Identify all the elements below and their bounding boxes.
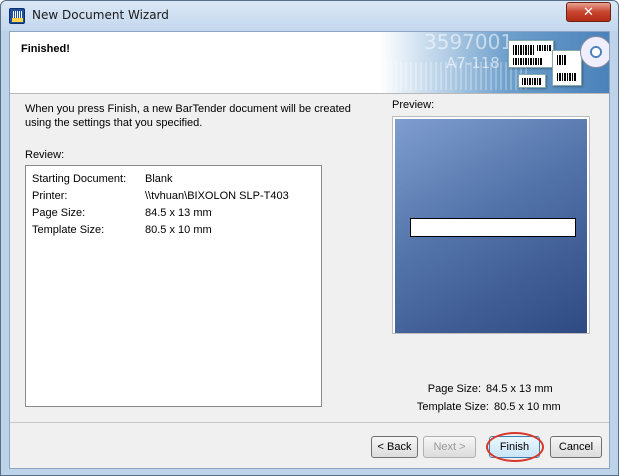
review-key: Starting Document:: [32, 173, 127, 185]
review-row-template-size: Template Size: 80.5 x 10 mm: [32, 222, 315, 239]
review-value: 84.5 x 13 mm: [145, 207, 212, 219]
review-row-page-size: Page Size: 84.5 x 13 mm: [32, 205, 315, 222]
small-label-icon: [518, 74, 546, 88]
bartender-app-icon: [9, 8, 25, 24]
review-row-starting-document: Starting Document: Blank: [32, 171, 315, 188]
cancel-button[interactable]: Cancel: [550, 436, 602, 458]
review-value: Blank: [145, 173, 173, 185]
review-key: Template Size:: [32, 224, 105, 236]
wizard-header: Finished! 3597001 A7-118: [10, 32, 609, 94]
preview-page-size-value: 84.5 x 13 mm: [486, 383, 553, 395]
review-label: Review:: [25, 149, 65, 161]
preview-page-size-label: Page Size:: [427, 383, 481, 395]
banner-number-2: A7-118: [446, 54, 500, 72]
label-card-icon: [508, 40, 554, 68]
wizard-client-area: Finished! 3597001 A7-118 When you press …: [9, 31, 610, 469]
finish-highlight-circle: [486, 432, 544, 462]
back-button[interactable]: < Back: [371, 436, 418, 458]
review-key: Printer:: [32, 190, 68, 202]
title-bar[interactable]: New Document Wizard ✕: [1, 1, 618, 31]
review-list[interactable]: Starting Document: Blank Printer: \\tvhu…: [25, 165, 322, 407]
cd-disc-icon: [580, 36, 609, 68]
footer-separator: [10, 422, 609, 423]
wizard-window: New Document Wizard ✕ Finished! 3597001 …: [0, 0, 619, 476]
finish-description: When you press Finish, a new BarTender d…: [25, 103, 351, 129]
preview-label: Preview:: [392, 99, 435, 111]
review-row-printer: Printer: \\tvhuan\BIXOLON SLP-T403: [32, 188, 315, 205]
review-value: \\tvhuan\BIXOLON SLP-T403: [145, 190, 289, 202]
preview-template-size-label: Template Size:: [416, 401, 489, 413]
preview-template-size-value: 80.5 x 10 mm: [494, 401, 561, 413]
preview-template-label: [410, 218, 576, 237]
preview-panel: [392, 116, 590, 334]
close-button[interactable]: ✕: [566, 2, 611, 22]
banner-number-1: 3597001: [424, 32, 514, 54]
next-button[interactable]: Next >: [423, 436, 476, 458]
close-icon: ✕: [583, 4, 594, 19]
label-tag-icon: [552, 50, 582, 86]
window-title: New Document Wizard: [32, 8, 169, 22]
review-key: Page Size:: [32, 207, 86, 219]
review-value: 80.5 x 10 mm: [145, 224, 212, 236]
page-title: Finished!: [21, 43, 70, 55]
bartender-banner-graphic: 3597001 A7-118: [380, 32, 609, 93]
preview-page: [395, 119, 587, 333]
